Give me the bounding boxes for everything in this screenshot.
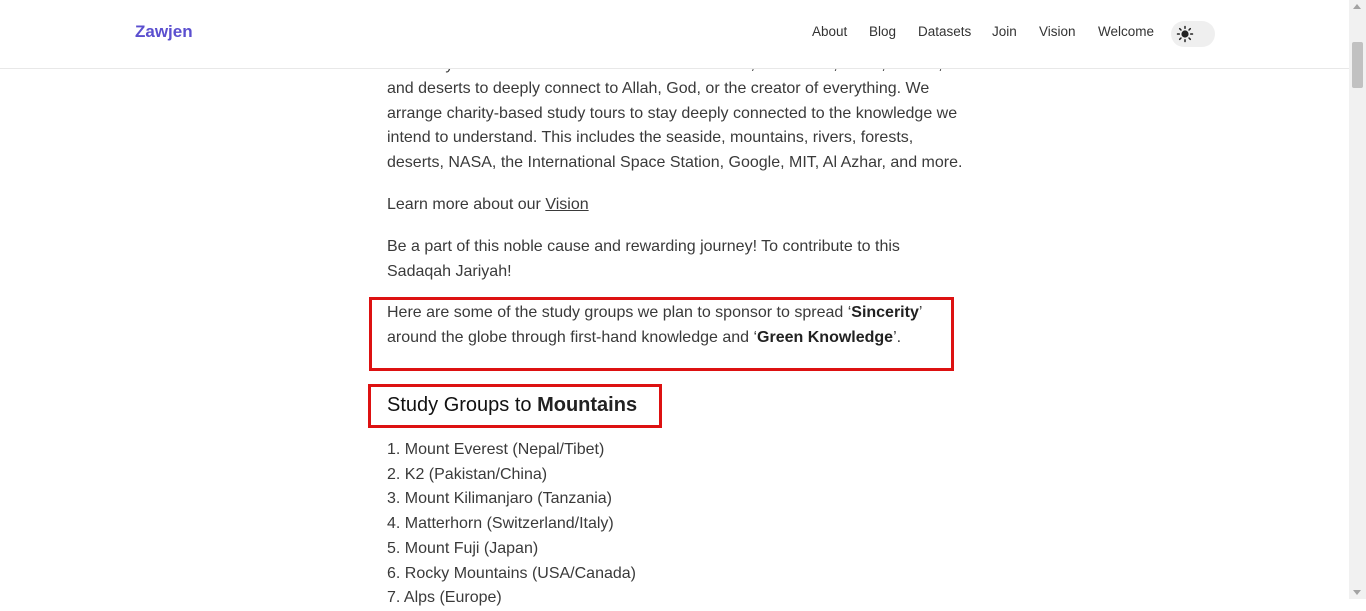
site-header: Zawjen About Blog Datasets Join Vision W…	[0, 0, 1349, 69]
learn-more-text: Learn more about our	[387, 196, 546, 213]
scroll-up-icon[interactable]	[1353, 4, 1361, 9]
sun-icon	[1175, 24, 1195, 44]
list-item: 5. Mount Fuji (Japan)	[387, 539, 539, 557]
theme-toggle[interactable]	[1171, 21, 1215, 47]
mountains-list: 1. Mount Everest (Nepal/Tibet) 2. K2 (Pa…	[387, 438, 636, 611]
nav-about[interactable]: About	[812, 24, 847, 39]
learn-more-paragraph: Learn more about our Vision	[387, 193, 967, 218]
list-item: 2. K2 (Pakistan/China)	[387, 465, 548, 483]
scroll-thumb[interactable]	[1352, 42, 1363, 88]
list-item: 4. Matterhorn (Switzerland/Italy)	[387, 515, 614, 533]
nav-join[interactable]: Join	[992, 24, 1017, 39]
scroll-down-icon[interactable]	[1353, 590, 1361, 595]
nav-blog[interactable]: Blog	[869, 24, 896, 39]
nav-datasets[interactable]: Datasets	[918, 24, 971, 39]
highlight-box-heading	[368, 384, 662, 428]
list-item: 1. Mount Everest (Nepal/Tibet)	[387, 441, 605, 458]
nav-welcome[interactable]: Welcome	[1098, 24, 1154, 39]
list-item: 6. Rocky Mountains (USA/Canada)	[387, 564, 636, 582]
highlight-box-intro	[369, 297, 954, 371]
page-scrollbar[interactable]	[1349, 0, 1366, 599]
brand-logo[interactable]: Zawjen	[135, 22, 193, 42]
vision-link[interactable]: Vision	[545, 196, 588, 213]
intro-paragraph: and deserts to deeply connect to Allah, …	[387, 80, 963, 171]
contribute-paragraph: Be a part of this noble cause and reward…	[387, 238, 900, 280]
nav-vision[interactable]: Vision	[1039, 24, 1076, 39]
list-item: 3. Mount Kilimanjaro (Tanzania)	[387, 490, 612, 508]
